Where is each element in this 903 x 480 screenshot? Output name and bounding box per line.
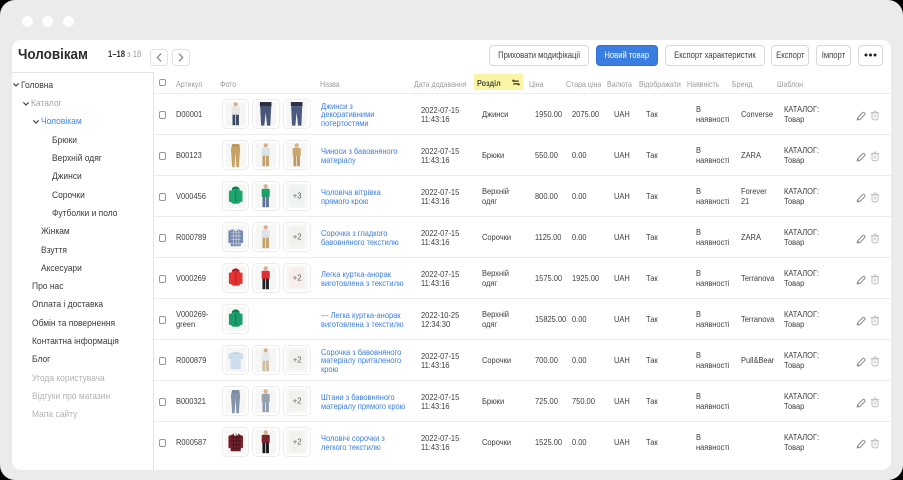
svg-text:+3: +3: [293, 192, 302, 201]
svg-text:+2: +2: [293, 438, 302, 447]
svg-text:+2: +2: [293, 274, 302, 283]
svg-text:+2: +2: [293, 233, 302, 242]
svg-text:+2: +2: [293, 356, 302, 365]
svg-text:+2: +2: [293, 397, 302, 406]
